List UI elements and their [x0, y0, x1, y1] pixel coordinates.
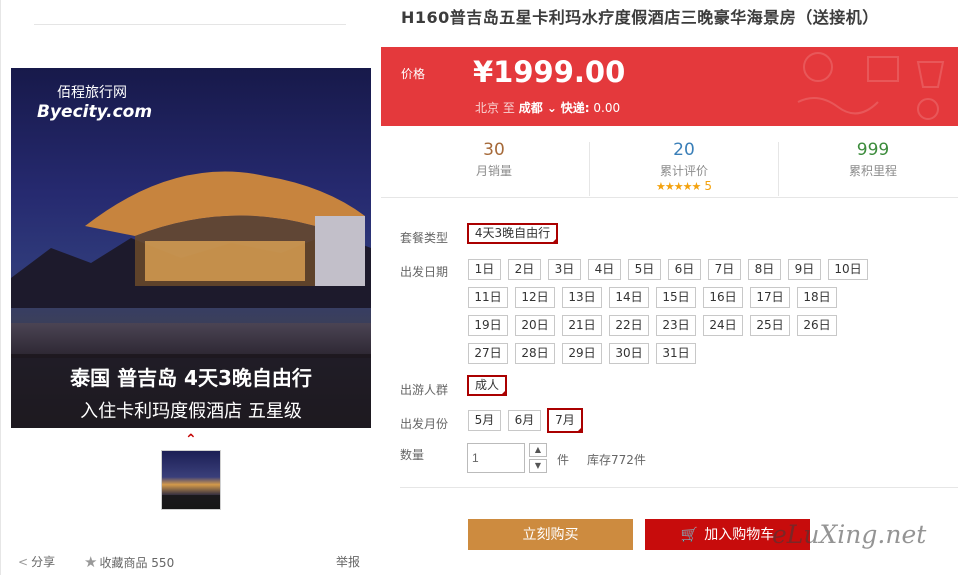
date-option[interactable]: 13日 [562, 287, 602, 308]
quantity-unit: 件 [557, 453, 570, 467]
date-option[interactable]: 3日 [548, 259, 581, 280]
share-icon: < [18, 555, 29, 569]
rating-stars-icon: ★★★★★ [656, 180, 701, 193]
report-link[interactable]: 举报 [336, 553, 360, 570]
date-option[interactable]: 17日 [750, 287, 790, 308]
chevron-up-icon[interactable]: ⌃ [185, 432, 197, 448]
date-option[interactable]: 23日 [656, 315, 696, 336]
package-option-selected[interactable]: 4天3晚自由行 [467, 223, 558, 244]
quantity-input[interactable] [467, 443, 525, 473]
pavilion-graphic [85, 171, 365, 286]
date-option[interactable]: 5日 [628, 259, 661, 280]
date-option[interactable]: 15日 [656, 287, 696, 308]
star-icon: ★ [84, 553, 98, 571]
date-option[interactable]: 26日 [797, 315, 837, 336]
date-option[interactable]: 25日 [750, 315, 790, 336]
date-option[interactable]: 9日 [788, 259, 821, 280]
date-option[interactable]: 18日 [797, 287, 837, 308]
caption-line-2: 入住卡利玛度假酒店 五星级 [80, 401, 302, 422]
caption-line-1: 泰国 普吉岛 4天3晚自由行 [70, 366, 312, 390]
monthly-sales-stat: 30 月销量 [475, 140, 512, 178]
date-option[interactable]: 6日 [668, 259, 701, 280]
left-top-divider [34, 24, 346, 25]
favorite-button[interactable]: ★ 收藏商品 550 [84, 553, 174, 571]
date-option[interactable]: 22日 [609, 315, 649, 336]
date-option[interactable]: 16日 [703, 287, 743, 308]
departure-month-label: 出发月份 [400, 417, 449, 431]
date-option[interactable]: 20日 [515, 315, 555, 336]
shipping-route: 北京 至 成都 ⌄ 快递: 0.00 [475, 101, 621, 115]
price-label: 价格 [401, 67, 426, 81]
chevron-down-icon: ⌄ [546, 101, 557, 115]
buy-now-button[interactable]: 立刻购买 [468, 519, 633, 550]
date-option[interactable]: 10日 [828, 259, 868, 280]
date-option[interactable]: 7日 [708, 259, 741, 280]
terrace-deck [11, 323, 371, 358]
price-value: ¥1999.00 [473, 55, 626, 89]
date-option[interactable]: 29日 [562, 343, 602, 364]
reviews-stat[interactable]: 20 累计评价 ★★★★★ 5 [589, 140, 779, 193]
departure-date-label: 出发日期 [400, 265, 449, 279]
watermark: eLuXing.net [772, 520, 927, 549]
main-product-image[interactable]: 佰程旅行网 Byecity.com 泰国 普吉岛 4天3晚自由行 入住卡利玛度假… [11, 68, 371, 428]
date-option[interactable]: 1日 [468, 259, 501, 280]
favorite-count: 550 [151, 556, 175, 570]
byecity-logo: 佰程旅行网 Byecity.com [37, 85, 153, 122]
date-option[interactable]: 27日 [468, 343, 508, 364]
date-option[interactable]: 24日 [703, 315, 743, 336]
date-option[interactable]: 30日 [609, 343, 649, 364]
section-divider [400, 487, 958, 488]
mileage-stat: 999 累积里程 [848, 140, 897, 178]
date-option[interactable]: 28日 [515, 343, 555, 364]
stock-count: 库存772件 [587, 453, 646, 467]
cart-icon: 🛒 [680, 526, 699, 542]
quantity-label: 数量 [400, 448, 425, 462]
month-option[interactable]: 6月 [508, 410, 541, 431]
month-option[interactable]: 5月 [468, 410, 501, 431]
destination-city-select[interactable]: 成都 ⌄ [519, 101, 557, 115]
date-option[interactable]: 21日 [562, 315, 602, 336]
date-option[interactable]: 8日 [748, 259, 781, 280]
left-column-border [0, 0, 1, 575]
package-type-label: 套餐类型 [400, 231, 449, 245]
date-option[interactable]: 12日 [515, 287, 555, 308]
date-option[interactable]: 19日 [468, 315, 508, 336]
traveler-option-selected[interactable]: 成人 [467, 375, 507, 396]
month-option-selected[interactable]: 7月 [547, 408, 583, 433]
date-option[interactable]: 11日 [468, 287, 508, 308]
image-caption: 泰国 普吉岛 4天3晚自由行 入住卡利玛度假酒店 五星级 [11, 354, 371, 428]
quantity-down-icon[interactable]: ▼ [529, 459, 547, 473]
date-option[interactable]: 2日 [508, 259, 541, 280]
decorative-pattern [797, 52, 945, 120]
thumbnail-image[interactable] [161, 450, 221, 510]
product-title: H160普吉岛五星卡利玛水疗度假酒店三晚豪华海景房（送接机） [401, 8, 879, 27]
share-button[interactable]: < 分享 [18, 553, 55, 570]
date-option[interactable]: 14日 [609, 287, 649, 308]
traveler-type-label: 出游人群 [400, 383, 449, 397]
price-panel: 价格 ¥1999.00 北京 至 成都 ⌄ 快递: 0.00 [381, 47, 958, 126]
quantity-up-icon[interactable]: ▲ [529, 443, 547, 457]
stats-bar: 30 月销量 20 累计评价 ★★★★★ 5 999 累积里程 [381, 126, 958, 198]
date-option[interactable]: 31日 [656, 343, 696, 364]
date-option[interactable]: 4日 [588, 259, 621, 280]
